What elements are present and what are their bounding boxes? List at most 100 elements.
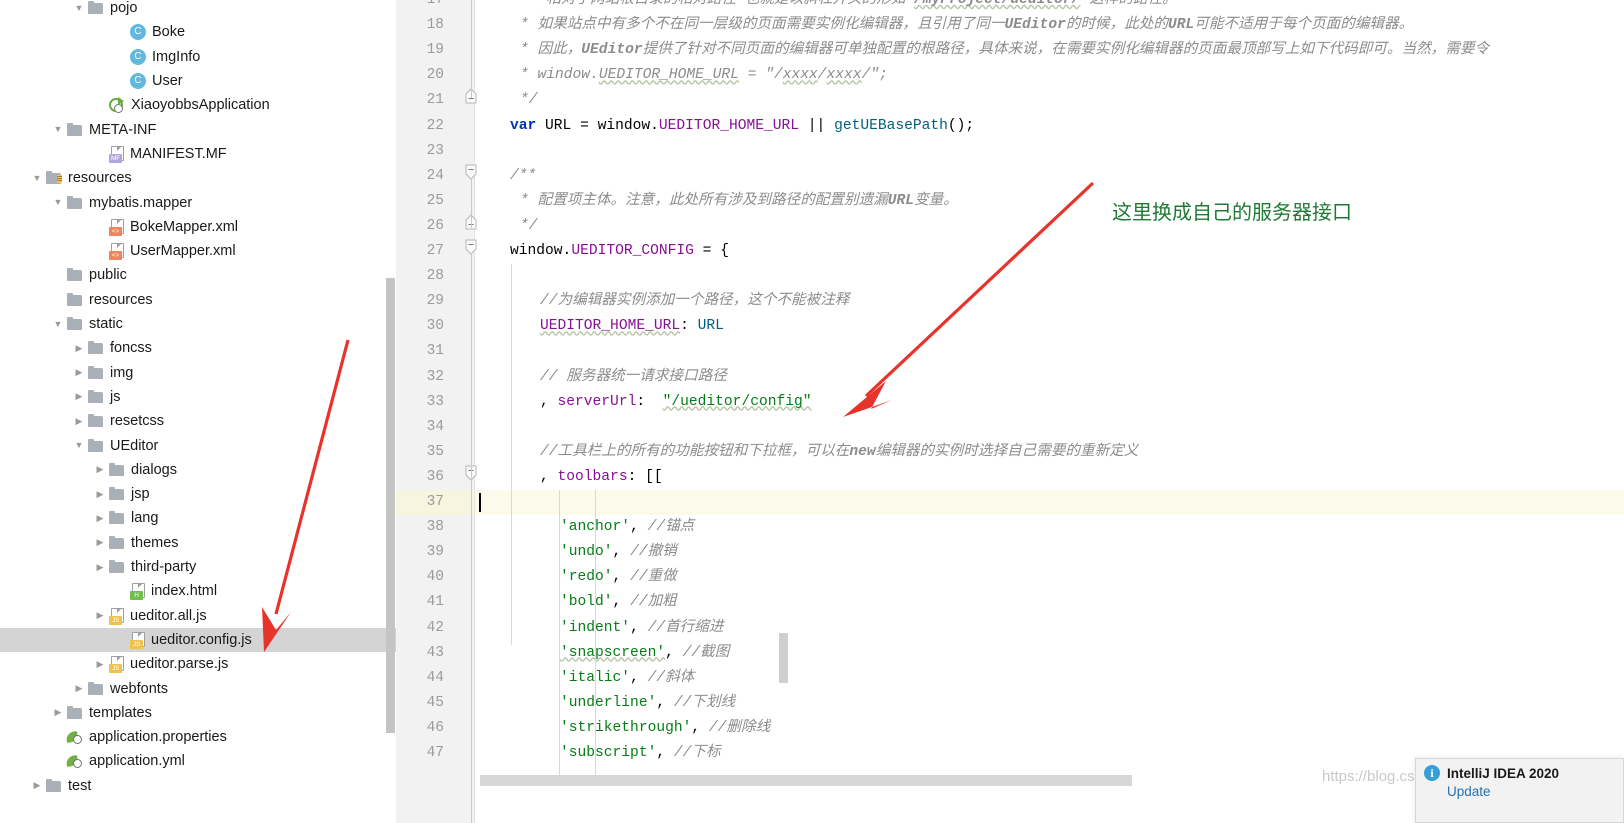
code-line: //为编辑器实例添加一个路径，这个不能被注释 — [540, 289, 849, 314]
tree-item-index-html[interactable]: Hindex.html — [0, 579, 396, 603]
notification-update-link[interactable]: Update — [1447, 784, 1615, 799]
tree-item-manifest-mf[interactable]: MF MANIFEST.MF — [0, 142, 396, 166]
tree-item-xiaoyobbsapplication[interactable]: XiaoyobbsApplication — [0, 93, 396, 117]
chevron-down-icon[interactable] — [50, 191, 66, 215]
chevron-right-icon[interactable] — [50, 701, 66, 725]
tree-item-js[interactable]: js — [0, 385, 396, 409]
tree-item-usermapper-xml[interactable]: <> UserMapper.xml — [0, 239, 396, 263]
tree-item-ueditor[interactable]: UEditor — [0, 433, 396, 457]
line-number: 47 — [426, 745, 444, 761]
tree-item-static[interactable]: static — [0, 312, 396, 336]
tree-item-img[interactable]: img — [0, 361, 396, 385]
chevron-down-icon[interactable] — [50, 118, 66, 142]
project-tool-window[interactable]: pojo Boke ImgInfo User XiaoyobbsApplication M… — [0, 0, 396, 823]
xml-file-icon: <> — [108, 242, 125, 261]
tree-item-label: index.html — [151, 583, 218, 600]
chevron-right-icon[interactable] — [71, 361, 87, 385]
tree-item-resources[interactable]: resources — [0, 288, 396, 312]
tree-item-jsp[interactable]: jsp — [0, 482, 396, 506]
tree-item-label: ueditor.all.js — [130, 607, 207, 624]
tree-item-public[interactable]: public — [0, 263, 396, 287]
code-token: //斜体 — [647, 669, 695, 686]
folder-icon — [108, 534, 126, 552]
chevron-down-icon[interactable] — [29, 166, 45, 190]
tree-item-label: ImgInfo — [152, 48, 201, 65]
tree-item-label: js — [110, 388, 121, 405]
code-token: "/ueditor/config" — [662, 393, 812, 410]
tree-item-test[interactable]: test — [0, 774, 396, 798]
code-token: //截图 — [682, 644, 730, 661]
tree-item-application-properties[interactable]: application.properties — [0, 725, 396, 749]
tree-item-label: templates — [89, 704, 152, 721]
chevron-right-icon[interactable] — [71, 677, 87, 701]
chevron-right-icon[interactable] — [71, 409, 87, 433]
idea-update-notification[interactable]: i IntelliJ IDEA 2020 Update — [1415, 758, 1624, 823]
line-number: 19 — [426, 42, 444, 59]
tree-item-label: test — [68, 777, 92, 794]
tree-item-bokemapper-xml[interactable]: <> BokeMapper.xml — [0, 215, 396, 239]
code-token: 'redo' — [560, 569, 613, 586]
tree-item-application-yml[interactable]: application.yml — [0, 749, 396, 773]
line-number: 22 — [426, 117, 444, 134]
folder-icon — [66, 121, 84, 139]
chevron-down-icon[interactable] — [71, 434, 87, 458]
chevron-right-icon[interactable] — [92, 531, 108, 555]
code-token: URL — [697, 318, 724, 335]
tree-item-resetcss[interactable]: resetcss — [0, 409, 396, 433]
chevron-right-icon[interactable] — [92, 482, 108, 506]
tree-item-imginfo[interactable]: ImgInfo — [0, 45, 396, 69]
code-token: UEditor — [581, 42, 643, 59]
tree-item-resources[interactable]: resources — [0, 166, 396, 190]
tree-item-pojo[interactable]: pojo — [0, 0, 396, 20]
folder-icon — [87, 680, 105, 698]
editor-vertical-scrollbar[interactable] — [779, 633, 788, 683]
editor-gutter[interactable]: 17 18 19 20 21 22 23 24 25 26 27 28 29 30 31 32 33 34 35 36… — [396, 0, 477, 823]
code-token: , — [630, 519, 648, 536]
twisty-placeholder — [113, 628, 129, 652]
tree-item-dialogs[interactable]: dialogs — [0, 458, 396, 482]
code-token: /"; — [861, 67, 888, 84]
tree-item-user[interactable]: User — [0, 69, 396, 93]
chevron-right-icon[interactable] — [92, 604, 108, 628]
code-token: //加粗 — [630, 594, 677, 611]
tree-item-themes[interactable]: themes — [0, 531, 396, 555]
chevron-right-icon[interactable] — [29, 774, 45, 798]
chevron-right-icon[interactable] — [92, 506, 108, 530]
code-token: || — [799, 117, 835, 134]
chevron-right-icon[interactable] — [92, 458, 108, 482]
editor-code-area[interactable]: * "相对于网站根目录的相对路径"也就是以斜杠开头的形如"/myProject/… — [475, 0, 1624, 823]
twisty-placeholder — [50, 288, 66, 312]
tree-item-label: application.yml — [89, 753, 185, 770]
resources-folder-icon — [45, 169, 63, 187]
xml-file-icon: <> — [108, 218, 125, 236]
line-number: 39 — [426, 544, 444, 561]
code-token: , — [665, 644, 683, 661]
tree-item-foncss[interactable]: foncss — [0, 336, 396, 360]
code-token: , — [612, 569, 631, 586]
tree-item-mybatis-mapper[interactable]: mybatis.mapper — [0, 190, 396, 214]
line-number: 31 — [426, 343, 444, 360]
chevron-right-icon[interactable] — [92, 652, 108, 676]
code-line: * window.UEDITOR_HOME_URL = "/xxxx/xxxx/… — [520, 63, 888, 88]
chevron-right-icon[interactable] — [71, 385, 87, 409]
code-editor[interactable]: 17 18 19 20 21 22 23 24 25 26 27 28 29 30 31 32 33 34 35 36… — [396, 0, 1624, 823]
tree-item-ueditor-config-js[interactable]: JS ueditor.config.js — [0, 627, 396, 653]
line-number: 38 — [426, 519, 444, 536]
tree-item-meta-inf[interactable]: META-INF — [0, 118, 396, 142]
chevron-right-icon[interactable] — [92, 555, 108, 579]
code-token: //下划线 — [673, 694, 736, 711]
line-number: 45 — [426, 694, 444, 711]
tree-item-ueditor-all-js[interactable]: JS ueditor.all.js — [0, 604, 396, 628]
chevron-right-icon[interactable] — [71, 336, 87, 360]
tree-item-ueditor-parse-js[interactable]: JS ueditor.parse.js — [0, 652, 396, 676]
editor-horizontal-scrollbar[interactable] — [480, 775, 1132, 786]
project-tree-scrollbar[interactable] — [386, 278, 395, 733]
code-token: //首行缩进 — [647, 619, 724, 636]
tree-item-boke[interactable]: Boke — [0, 20, 396, 44]
tree-item-templates[interactable]: templates — [0, 701, 396, 725]
tree-item-webfonts[interactable]: webfonts — [0, 676, 396, 700]
chevron-down-icon[interactable] — [50, 312, 66, 336]
tree-item-third-party[interactable]: third-party — [0, 555, 396, 579]
tree-item-lang[interactable]: lang — [0, 506, 396, 530]
chevron-down-icon[interactable] — [71, 0, 87, 20]
